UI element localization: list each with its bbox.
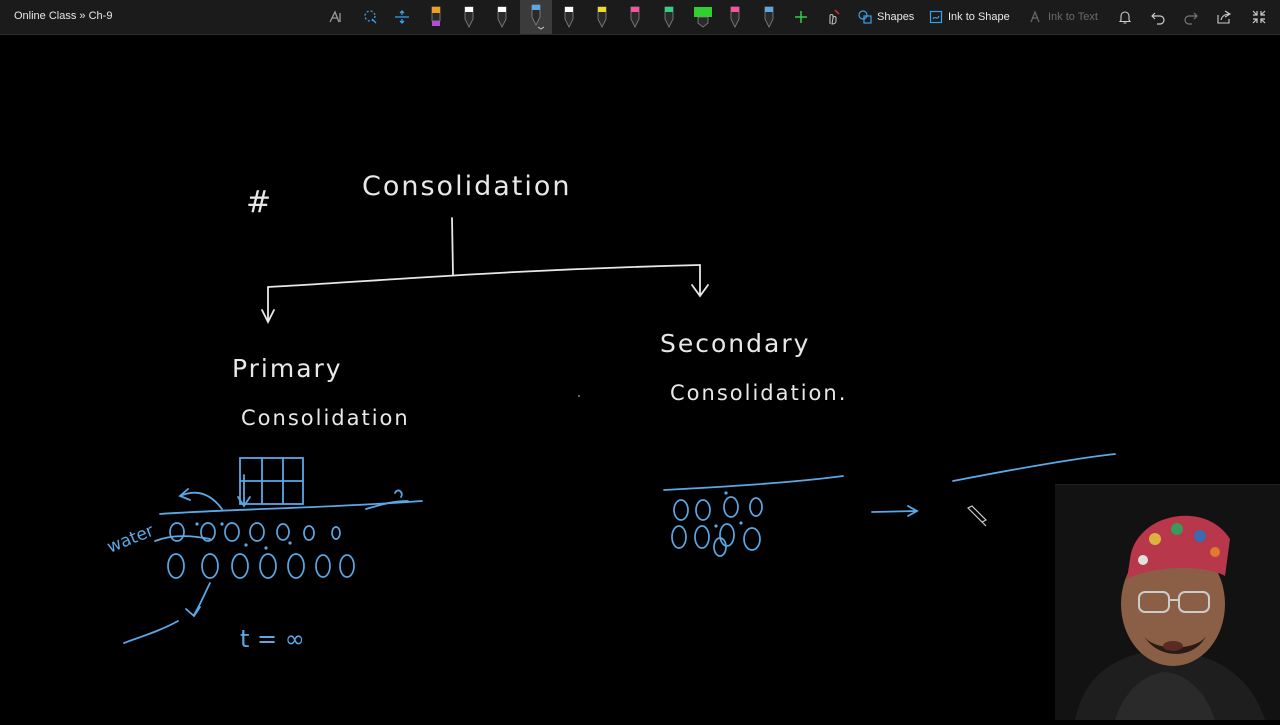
shapes-icon — [858, 10, 872, 24]
pen-magenta-icon[interactable] — [724, 0, 746, 34]
lasso-select-icon[interactable] — [358, 0, 382, 34]
water-label: water — [104, 521, 156, 558]
add-space-icon[interactable] — [390, 0, 414, 34]
highlighter-green-icon[interactable] — [689, 0, 717, 34]
secondary-consolidation-sketch — [663, 453, 1116, 517]
window-title: Online Class » Ch-9 — [14, 10, 113, 22]
redo-icon[interactable] — [1180, 0, 1202, 34]
primary-label-line1: Primary — [232, 354, 343, 383]
primary-label-line2: Consolidation — [241, 406, 410, 430]
share-icon[interactable] — [1213, 0, 1235, 34]
stray-ink-dot — [578, 395, 580, 397]
pen-light-blue-icon[interactable] — [758, 0, 780, 34]
tree-diagram-lines — [261, 217, 709, 325]
pen-white-2-icon[interactable] — [491, 0, 513, 34]
undo-icon[interactable] — [1147, 0, 1169, 34]
pen-white-3-icon[interactable] — [558, 0, 580, 34]
pen-white-icon[interactable] — [458, 0, 480, 34]
lasso-select-text-icon[interactable] — [324, 0, 348, 34]
secondary-label-line2: Consolidation. — [670, 381, 847, 405]
add-pen-icon[interactable] — [790, 0, 812, 34]
ink-to-shape-button[interactable]: Ink to Shape — [929, 0, 1010, 34]
presenter-video — [1055, 484, 1280, 720]
ink-to-shape-icon — [929, 10, 943, 24]
webcam-overlay — [1055, 484, 1280, 720]
ink-to-text-icon — [1030, 10, 1040, 23]
ink-to-text-label: Ink to Text — [1048, 11, 1098, 23]
primary-consolidation-sketch — [123, 457, 423, 644]
pen-green-icon[interactable] — [658, 0, 680, 34]
exit-full-screen-icon[interactable] — [1248, 0, 1270, 34]
ink-to-shape-label: Ink to Shape — [948, 11, 1010, 23]
ink-to-text-button[interactable]: Ink to Text — [1029, 0, 1098, 34]
heading-consolidation: Consolidation — [362, 171, 571, 202]
secondary-label-line1: Secondary — [660, 329, 810, 358]
highlighter-orange-icon[interactable] — [425, 0, 447, 34]
touch-drawing-icon[interactable] — [820, 0, 844, 34]
toolbar: Online Class » Ch-9 Shapes Ink to Shape … — [0, 0, 1280, 35]
pen-yellow-icon[interactable] — [591, 0, 613, 34]
pen-pink-icon[interactable] — [624, 0, 646, 34]
pen-blue-selected-icon[interactable] — [520, 0, 552, 34]
primary-soil-particles — [167, 522, 355, 579]
notifications-bell-icon[interactable] — [1114, 0, 1136, 34]
time-label: t = ∞ — [240, 625, 305, 653]
pen-cursor-icon — [966, 505, 988, 527]
shapes-label: Shapes — [877, 11, 915, 23]
shapes-button[interactable]: Shapes — [858, 0, 914, 34]
hash-symbol: # — [246, 185, 271, 220]
